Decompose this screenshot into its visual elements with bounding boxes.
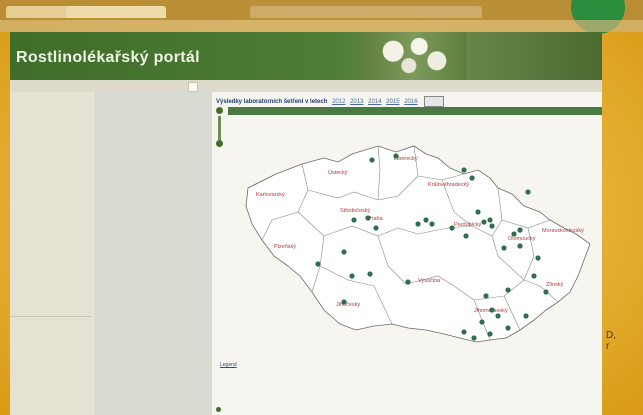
sample-point[interactable] [461, 167, 467, 173]
czech-region-map[interactable]: Karlovarský Ústecký Liberecký Královéhra… [228, 116, 600, 378]
region-label: Moravskoslezský [542, 228, 584, 234]
region-label: Zlínský [546, 282, 564, 288]
bullet-icon [216, 407, 221, 412]
site-header: Rostlinolékařský portál [10, 32, 602, 80]
top-tab-2[interactable] [70, 82, 78, 90]
region-label: Středočeský [340, 208, 371, 214]
browser-tab-3[interactable] [250, 6, 482, 18]
sample-point[interactable] [475, 209, 481, 215]
web-page: Rostlinolékařský portál Výsledky laborat… [10, 32, 602, 415]
sample-point[interactable] [423, 217, 429, 223]
sample-point[interactable] [429, 221, 435, 227]
sample-point[interactable] [461, 329, 467, 335]
main-content: Výsledky laboratorních šetření v letech … [212, 92, 602, 415]
region-label: Jihočeský [336, 302, 360, 308]
edge-text: D, r [606, 330, 616, 352]
site-title-text: Rostlinolékařský portál [16, 49, 200, 66]
sample-point[interactable] [415, 221, 421, 227]
year-link-2012[interactable]: 2012 [332, 99, 345, 105]
sample-point[interactable] [405, 279, 411, 285]
region-label: Pardubický [454, 222, 481, 228]
sample-point[interactable] [487, 331, 493, 337]
year-link-2015[interactable]: 2015 [386, 99, 399, 105]
zoom-out-icon[interactable] [216, 140, 223, 147]
sample-point[interactable] [315, 261, 321, 267]
region-label: Plzeňský [274, 244, 296, 250]
header-flower-image [362, 32, 466, 80]
zoom-slider[interactable] [218, 116, 221, 140]
year-link-2016[interactable]: 2016 [404, 99, 417, 105]
sample-point[interactable] [523, 313, 529, 319]
sample-point[interactable] [471, 335, 477, 341]
sample-point[interactable] [341, 299, 347, 305]
map-legend-link[interactable]: Legend [220, 362, 237, 368]
sample-point[interactable] [501, 245, 507, 251]
sample-point[interactable] [517, 227, 523, 233]
sample-point[interactable] [479, 319, 485, 325]
sidebar-divider [10, 316, 92, 317]
layout-column [94, 92, 212, 415]
sample-point[interactable] [341, 249, 347, 255]
sample-point[interactable] [505, 325, 511, 331]
year-select-button[interactable] [424, 96, 445, 107]
top-tab-1[interactable] [16, 82, 24, 90]
region-label: Královéhradecký [428, 182, 469, 188]
region-label: Ústecký [328, 169, 348, 176]
sample-point[interactable] [495, 313, 501, 319]
results-header: Výsledky laboratorních šetření v letech … [216, 96, 445, 107]
sample-point[interactable] [535, 255, 541, 261]
sample-point[interactable] [543, 289, 549, 295]
sample-point[interactable] [469, 175, 475, 181]
year-link-2013[interactable]: 2013 [350, 99, 363, 105]
sample-point[interactable] [487, 217, 493, 223]
sample-point[interactable] [449, 225, 455, 231]
browser-tab-2[interactable] [66, 6, 166, 18]
map-zoom-control[interactable] [216, 107, 224, 149]
sample-point[interactable] [463, 233, 469, 239]
region-label: Karlovarský [256, 192, 285, 198]
sample-point[interactable] [505, 287, 511, 293]
results-title: Výsledky laboratorních šetření v letech [216, 99, 328, 106]
sample-point[interactable] [351, 217, 357, 223]
browser-tab-strip [0, 0, 643, 34]
region-label: Vysočina [418, 278, 441, 284]
top-tabs [10, 80, 602, 92]
sample-point[interactable] [511, 231, 517, 237]
sample-point[interactable] [483, 293, 489, 299]
sample-point[interactable] [481, 219, 487, 225]
sample-point[interactable] [489, 307, 495, 313]
year-link-2014[interactable]: 2014 [368, 99, 381, 105]
zoom-in-icon[interactable] [216, 107, 223, 114]
sample-point[interactable] [373, 225, 379, 231]
sample-point[interactable] [531, 273, 537, 279]
sample-point[interactable] [525, 189, 531, 195]
sample-point[interactable] [369, 157, 375, 163]
sample-point[interactable] [393, 153, 399, 159]
address-bar[interactable] [0, 20, 643, 32]
region-label: Olomoucký [508, 236, 536, 242]
top-tab-3[interactable] [130, 82, 138, 90]
page-title: Rostlinolékařský portál [16, 49, 200, 67]
sample-point[interactable] [489, 223, 495, 229]
sample-point[interactable] [365, 215, 371, 221]
browser-tab-1[interactable] [6, 6, 74, 18]
sample-point[interactable] [349, 273, 355, 279]
sample-point[interactable] [367, 271, 373, 277]
sidebar [10, 92, 92, 415]
map-breadcrumb-bar[interactable] [228, 107, 602, 115]
top-tab-5[interactable] [238, 82, 246, 90]
top-tab-active[interactable] [188, 82, 198, 92]
sample-point[interactable] [517, 243, 523, 249]
